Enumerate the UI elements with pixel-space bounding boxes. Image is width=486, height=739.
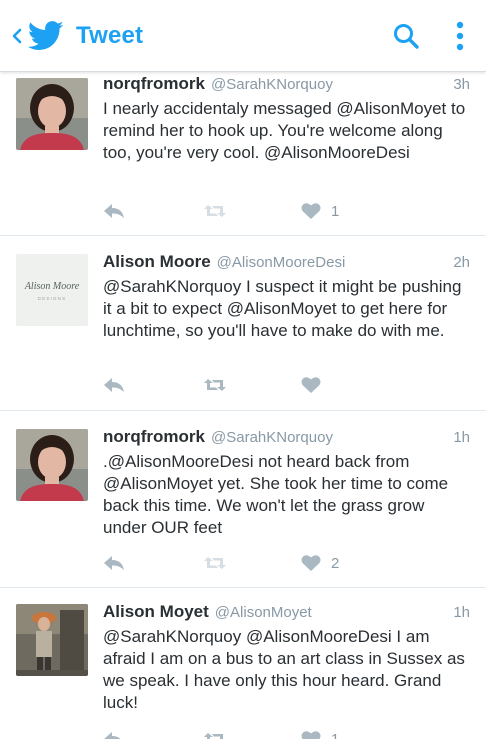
search-icon	[394, 23, 419, 49]
reply-icon	[104, 732, 121, 739]
retweet-icon	[204, 557, 226, 569]
heart-icon	[301, 203, 321, 219]
author-handle[interactable]: @AlisonMooreDesi	[217, 254, 346, 271]
like-button[interactable]	[301, 554, 321, 572]
retweet-icon	[204, 733, 223, 739]
tweet-actions: 2	[103, 554, 339, 572]
tweet-header: Alison Moore @AlisonMooreDesi	[103, 252, 470, 276]
tweet-header: norqfromork @SarahKNorquoy	[103, 74, 470, 98]
reply-icon	[104, 556, 124, 570]
tweet-item[interactable]: norqfromork @SarahKNorquoy 3h I nearly a…	[0, 72, 486, 236]
tweet-text: @SarahKNorquoy @AlisonMooreDesi I am afr…	[103, 627, 465, 712]
tweet-text: I nearly accidentaly messaged @AlisonMoy…	[103, 99, 466, 162]
reply-button[interactable]	[103, 377, 125, 393]
avatar[interactable]: Alison Moore DESIGNS	[16, 254, 88, 326]
retweet-icon	[204, 379, 226, 391]
tweet-timestamp: 1h	[453, 429, 470, 446]
back-button[interactable]	[6, 16, 28, 56]
author-handle[interactable]: @SarahKNorquoy	[211, 429, 333, 446]
tweet-content: norqfromork @SarahKNorquoy 1h .@AlisonMo…	[103, 427, 470, 539]
like-button[interactable]	[301, 376, 321, 394]
tweet-item[interactable]: Alison Moore DESIGNS Alison Moore @Aliso…	[0, 236, 486, 411]
avatar-logo-name: Alison Moore	[24, 281, 80, 292]
tweet-item[interactable]: Alison Moyet @AlisonMoyet 1h @SarahKNorq…	[0, 588, 486, 739]
tweet-text: .@AlisonMooreDesi not heard back from @A…	[103, 452, 449, 537]
author-name[interactable]: norqfromork	[103, 74, 205, 94]
tweet-list: norqfromork @SarahKNorquoy 3h I nearly a…	[0, 72, 486, 739]
tweet-text: @SarahKNorquoy I suspect it might be pus…	[103, 277, 462, 340]
twitter-bird-icon	[28, 20, 66, 52]
retweet-icon	[204, 205, 226, 217]
author-name[interactable]: norqfromork	[103, 427, 205, 447]
like-count: 1	[331, 730, 340, 739]
avatar[interactable]	[16, 78, 88, 150]
reply-button[interactable]	[103, 555, 125, 571]
heart-icon	[301, 731, 321, 739]
chevron-left-icon	[12, 28, 22, 43]
tweet-actions	[103, 376, 331, 394]
tweet-timestamp: 3h	[453, 76, 470, 93]
avatar[interactable]	[16, 429, 88, 501]
avatar[interactable]	[16, 604, 88, 676]
reply-button[interactable]	[103, 203, 125, 219]
tweet-header: Alison Moyet @AlisonMoyet	[103, 602, 470, 626]
search-button[interactable]	[386, 16, 426, 56]
author-handle[interactable]: @AlisonMoyet	[215, 604, 312, 621]
retweet-button[interactable]	[203, 555, 227, 571]
tweet-content: Alison Moore @AlisonMooreDesi 2h @SarahK…	[103, 252, 470, 342]
page-title: Tweet	[76, 21, 144, 49]
avatar-logo-subtitle: DESIGNS	[38, 296, 67, 301]
tweet-timestamp: 1h	[453, 604, 470, 621]
reply-button[interactable]	[103, 731, 125, 739]
tweet-actions: 1	[103, 202, 339, 220]
tweet-actions: 1	[103, 730, 339, 739]
tweet-content: Alison Moyet @AlisonMoyet 1h @SarahKNorq…	[103, 602, 470, 714]
tweet-header: norqfromork @SarahKNorquoy	[103, 427, 470, 451]
retweet-button[interactable]	[203, 203, 227, 219]
retweet-button[interactable]	[203, 731, 227, 739]
author-name[interactable]: Alison Moore	[103, 252, 211, 272]
tweet-timestamp: 2h	[453, 254, 470, 271]
like-button[interactable]	[301, 202, 321, 220]
heart-icon	[301, 377, 321, 393]
tweet-content: norqfromork @SarahKNorquoy 3h I nearly a…	[103, 74, 470, 164]
reply-icon	[104, 204, 124, 218]
like-count: 2	[331, 554, 340, 572]
heart-icon	[301, 555, 321, 571]
author-name[interactable]: Alison Moyet	[103, 602, 209, 622]
more-options-button[interactable]	[450, 16, 470, 56]
more-vertical-icon	[456, 21, 464, 50]
tweet-item[interactable]: norqfromork @SarahKNorquoy 1h .@AlisonMo…	[0, 411, 486, 588]
like-count: 1	[331, 202, 340, 220]
retweet-button[interactable]	[203, 377, 227, 393]
app-bar: Tweet	[0, 0, 486, 72]
reply-icon	[104, 378, 124, 392]
like-button[interactable]	[301, 730, 321, 739]
author-handle[interactable]: @SarahKNorquoy	[211, 76, 333, 93]
